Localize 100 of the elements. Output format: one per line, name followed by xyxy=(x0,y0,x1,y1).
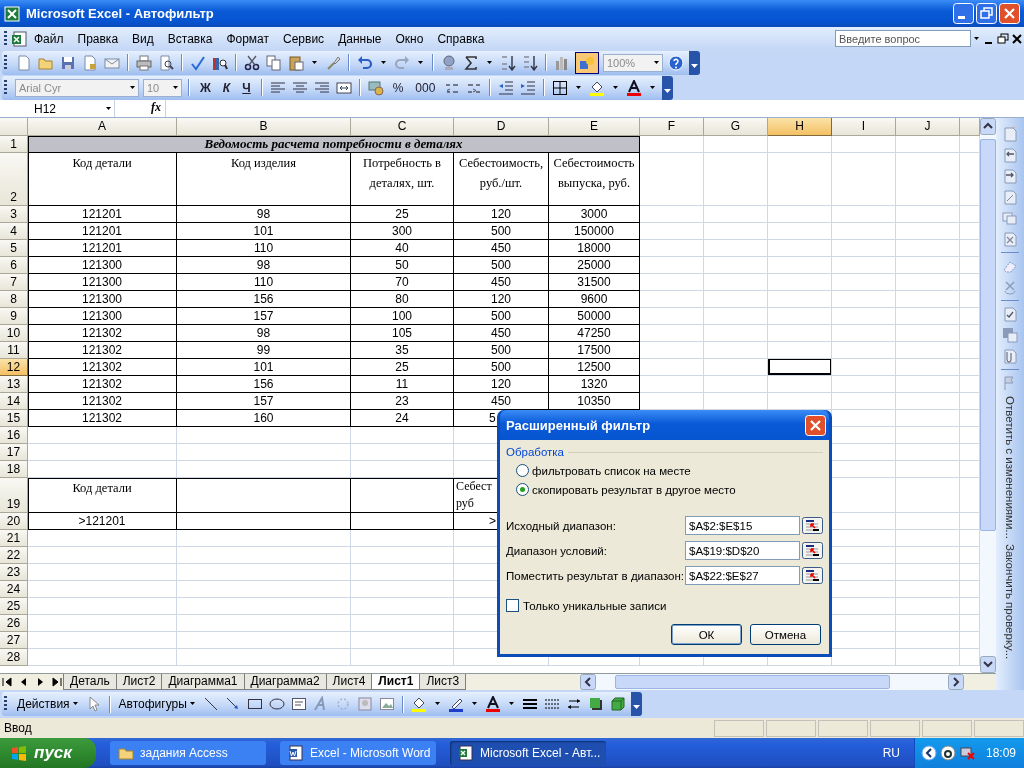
row-header[interactable]: 28 xyxy=(0,649,28,666)
sort-ascending-icon[interactable] xyxy=(500,54,516,71)
menu-item[interactable]: Окно xyxy=(388,29,431,48)
merge-cells-icon[interactable] xyxy=(335,79,352,96)
printer-icon[interactable] xyxy=(136,54,152,71)
paint-bucket-icon[interactable] xyxy=(589,79,606,96)
italic-button[interactable]: К xyxy=(218,80,235,95)
align-left-icon[interactable] xyxy=(269,79,286,96)
menu-item[interactable]: Вставка xyxy=(160,29,220,48)
sheet-tab[interactable]: Диаграмма1 xyxy=(161,674,245,690)
scroll-left-icon[interactable] xyxy=(580,674,596,690)
menu-item[interactable]: Правка xyxy=(70,29,126,48)
save-icon[interactable] xyxy=(60,54,76,71)
autoshapes-menu-button[interactable]: Автофигуры xyxy=(116,696,198,712)
previous-document-icon[interactable] xyxy=(1002,147,1018,163)
row-header[interactable]: 16 xyxy=(0,427,28,444)
paint-bucket-icon[interactable] xyxy=(410,696,427,712)
menu-item[interactable]: Файл xyxy=(27,29,71,48)
font-color-icon[interactable] xyxy=(626,79,643,96)
next-document-icon[interactable] xyxy=(1002,168,1018,184)
arrow-icon[interactable] xyxy=(224,696,241,712)
sheet-tab[interactable]: Лист1 xyxy=(371,674,421,690)
column-header[interactable]: G xyxy=(704,118,768,136)
oval-icon[interactable] xyxy=(268,696,285,712)
scroll-thumb[interactable] xyxy=(980,139,996,531)
taskbar-button[interactable]: задания Access xyxy=(110,741,266,765)
taskbar-button[interactable]: Microsoft Excel - Авт... xyxy=(450,741,606,765)
sheet-tab[interactable]: Деталь xyxy=(63,674,117,690)
row-header[interactable]: 20 xyxy=(0,513,28,530)
row-header[interactable]: 18 xyxy=(0,461,28,478)
taskbar-button[interactable]: Excel - Microsoft Word xyxy=(280,741,436,765)
line-icon[interactable] xyxy=(202,696,219,712)
row-header[interactable]: 22 xyxy=(0,547,28,564)
font-color-icon[interactable] xyxy=(484,696,501,712)
sheet-tab[interactable]: Лист2 xyxy=(115,674,163,690)
scroll-up-icon[interactable] xyxy=(980,118,996,135)
column-header[interactable]: H xyxy=(768,118,832,136)
align-center-icon[interactable] xyxy=(291,79,308,96)
shapes-icon[interactable] xyxy=(579,54,595,71)
rectangle-icon[interactable] xyxy=(246,696,263,712)
undo-arrow-icon[interactable] xyxy=(357,54,373,71)
sigma-icon[interactable] xyxy=(463,54,479,71)
column-header[interactable]: F xyxy=(640,118,704,136)
menu-item[interactable]: Справка xyxy=(430,29,492,48)
decrease-indent-icon[interactable] xyxy=(498,79,515,96)
menu-item[interactable]: Вид xyxy=(125,29,161,48)
row-header[interactable]: 13 xyxy=(0,376,28,393)
arrow-style-icon[interactable] xyxy=(565,696,582,712)
checkbox[interactable] xyxy=(506,599,519,612)
clipart-icon[interactable] xyxy=(356,696,373,712)
attachment-icon[interactable] xyxy=(1002,348,1018,364)
row-header[interactable]: 7 xyxy=(0,274,28,291)
sheet-tab[interactable]: Лист4 xyxy=(325,674,373,690)
align-right-icon[interactable] xyxy=(313,79,330,96)
document-edit-icon[interactable] xyxy=(1002,189,1018,205)
column-header[interactable]: I xyxy=(832,118,896,136)
checkbox-label[interactable]: Только уникальные записи xyxy=(523,599,667,612)
column-header[interactable]: B xyxy=(177,118,351,136)
row-header[interactable]: 6 xyxy=(0,257,28,274)
scroll-thumb[interactable] xyxy=(615,675,890,689)
range-select-button[interactable] xyxy=(802,567,823,584)
radio-label[interactable]: фильтровать список на месте xyxy=(532,464,691,477)
toolbar-command[interactable]: Закончить проверку... xyxy=(1004,543,1016,660)
checklist-icon[interactable] xyxy=(1002,306,1018,322)
scissors-icon[interactable] xyxy=(244,54,260,71)
radio-button[interactable] xyxy=(516,483,529,496)
menu-item[interactable]: Данные xyxy=(331,29,389,48)
line-style-icon[interactable] xyxy=(521,696,538,712)
row-header[interactable]: 26 xyxy=(0,615,28,632)
restore-button[interactable] xyxy=(976,3,997,24)
row-header[interactable]: 25 xyxy=(0,598,28,615)
name-box[interactable]: H12 xyxy=(0,100,115,117)
spelling-check-icon[interactable] xyxy=(190,54,206,71)
toolbar-options-icon[interactable] xyxy=(630,692,642,716)
row-header[interactable]: 19 xyxy=(0,478,28,513)
row-header[interactable]: 2 xyxy=(0,153,28,206)
menu-item[interactable]: Формат xyxy=(219,29,277,48)
sheet-tab[interactable]: Лист3 xyxy=(419,674,467,690)
menu-item[interactable]: Сервис xyxy=(276,29,332,48)
column-header[interactable]: C xyxy=(351,118,454,136)
minimize-button[interactable] xyxy=(953,3,974,24)
paintbrush-icon[interactable] xyxy=(325,54,341,71)
row-header[interactable]: 27 xyxy=(0,632,28,649)
row-header[interactable]: 10 xyxy=(0,325,28,342)
column-header[interactable]: D xyxy=(454,118,549,136)
close-button[interactable] xyxy=(805,414,826,436)
underline-button[interactable]: Ч xyxy=(238,80,255,95)
toolbar-command[interactable]: Ответить с изменениями... xyxy=(1004,396,1016,539)
range-select-button[interactable] xyxy=(802,517,823,534)
scroll-down-icon[interactable] xyxy=(980,656,996,673)
range-field[interactable]: $A$22:$E$27 xyxy=(685,566,800,585)
row-header[interactable]: 23 xyxy=(0,564,28,581)
increase-indent-icon[interactable] xyxy=(520,79,537,96)
row-header[interactable]: 1 xyxy=(0,136,28,153)
help-icon[interactable] xyxy=(668,54,684,71)
globe-link-icon[interactable] xyxy=(441,54,457,71)
ok-button[interactable]: ОК xyxy=(671,624,742,645)
line-color-icon[interactable] xyxy=(447,696,464,712)
sort-descending-icon[interactable] xyxy=(522,54,538,71)
row-header[interactable]: 14 xyxy=(0,393,28,410)
